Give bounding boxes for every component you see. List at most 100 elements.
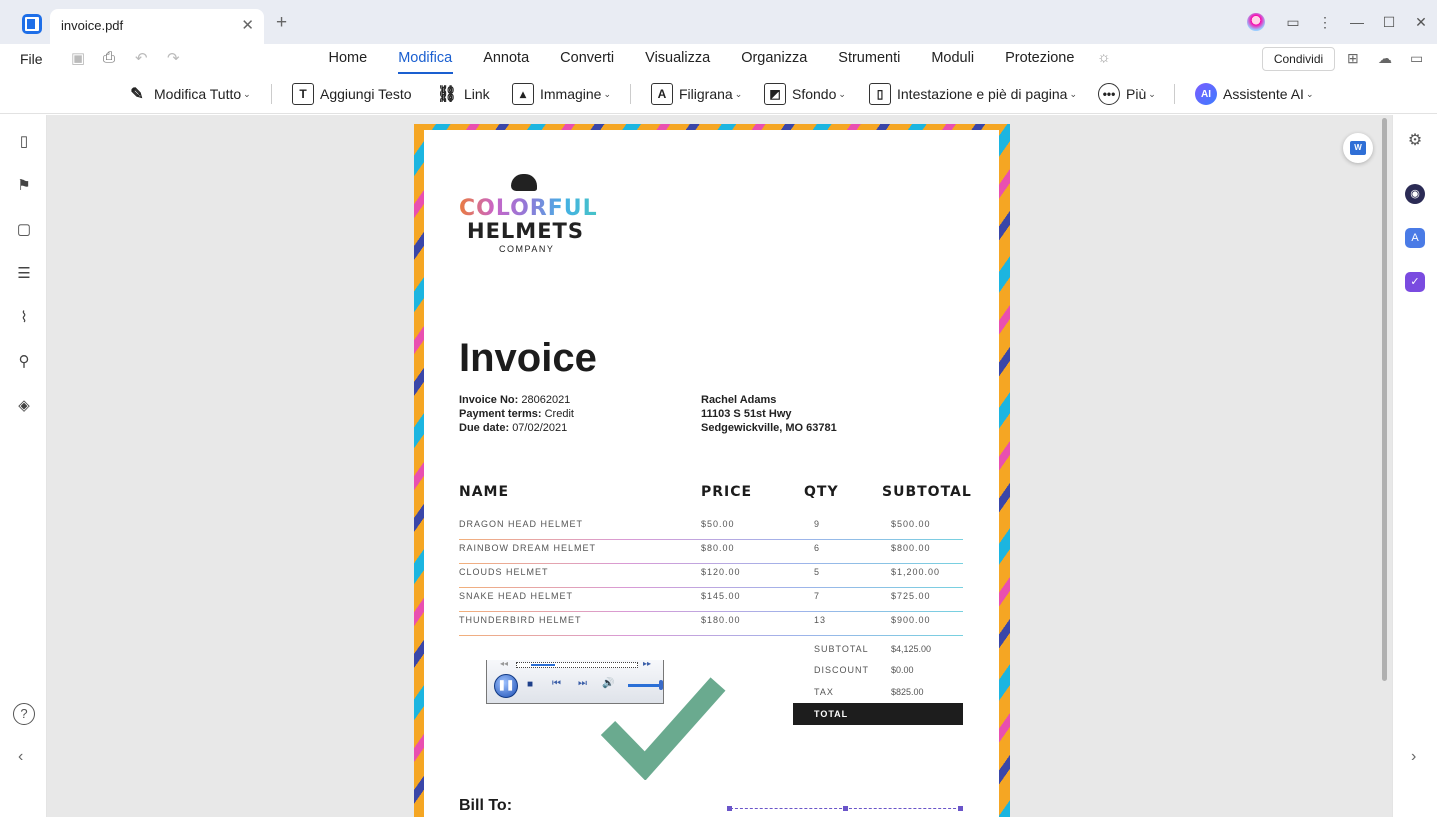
page-thumbnails-icon[interactable]: ▯ — [15, 133, 33, 151]
filigrana-label: Filigrana — [679, 86, 733, 102]
link-label: Link — [464, 86, 490, 102]
item-name: CLOUDS HELMET — [459, 567, 549, 577]
total-bar: TOTAL — [793, 703, 963, 725]
modifica-tutto-button[interactable]: ✎ Modifica Tutto ⌄ — [126, 81, 250, 107]
task-check-icon[interactable]: ✓ — [1405, 272, 1425, 292]
link-button[interactable]: ⛓ Link — [436, 81, 490, 107]
ai-robot-icon[interactable]: ◉ — [1405, 184, 1425, 204]
item-subtotal: $1,200.00 — [891, 567, 941, 577]
bookmark-icon[interactable]: ⚑ — [15, 177, 33, 195]
tab-visualizza[interactable]: Visualizza — [630, 44, 726, 74]
print-icon[interactable]: ⎙ — [103, 49, 115, 66]
share-button[interactable]: Condividi — [1262, 47, 1335, 71]
undo-icon[interactable]: ↶ — [135, 49, 148, 67]
seek-bar[interactable] — [516, 662, 638, 668]
collapse-right-icon[interactable]: › — [1411, 748, 1416, 766]
assistente-ai-button[interactable]: AI Assistente AI ⌄ — [1195, 81, 1313, 107]
filigrana-button[interactable]: A Filigrana ⌄ — [651, 81, 742, 107]
selection-box[interactable] — [727, 806, 963, 817]
tab-modifica[interactable]: Modifica — [383, 44, 468, 74]
new-tab-button[interactable]: + — [276, 12, 287, 34]
lightbulb-icon[interactable]: ☼ — [1097, 49, 1111, 66]
tab-title: invoice.pdf — [61, 18, 124, 33]
total-label: TOTAL — [814, 709, 849, 719]
fast-forward-icon[interactable]: ▸▸ — [643, 659, 651, 668]
redo-icon[interactable]: ↷ — [167, 49, 180, 67]
assistente-ai-label: Assistente AI — [1223, 86, 1304, 102]
resize-handle[interactable] — [843, 806, 848, 811]
immagine-button[interactable]: ▴ Immagine ⌄ — [512, 81, 611, 107]
edit-all-icon: ✎ — [130, 86, 144, 103]
invoice-no-label: Invoice No: — [459, 394, 519, 406]
tab-organizza[interactable]: Organizza — [726, 44, 823, 74]
previous-icon[interactable]: ⏮ — [552, 678, 561, 689]
background-icon: ◩ — [764, 83, 786, 105]
edit-toolbar: ✎ Modifica Tutto ⌄ T Aggiungi Testo ⛓ Lin… — [0, 74, 1437, 114]
tab-moduli[interactable]: Moduli — [916, 44, 990, 74]
properties-icon[interactable]: ⚙ — [1405, 131, 1425, 151]
tab-protezione[interactable]: Protezione — [990, 44, 1090, 74]
search-icon[interactable]: ⚲ — [15, 353, 33, 371]
more-icon[interactable]: ⋮ — [1309, 14, 1341, 31]
save-icon[interactable]: ▣ — [71, 49, 85, 67]
summary-subtotal-label: SUBTOTAL — [814, 644, 869, 654]
piu-button[interactable]: ••• Più ⌄ — [1098, 81, 1156, 107]
collapse-left-icon[interactable]: ‹ — [18, 748, 23, 766]
avatar[interactable] — [1247, 13, 1265, 31]
left-sidebar: ▯ ⚑ ▢ ☰ ⌇ ⚲ ◈ ? ‹ — [0, 115, 47, 817]
summary-discount-label: DISCOUNT — [814, 665, 869, 675]
document-tab[interactable]: invoice.pdf ✕ — [50, 9, 264, 44]
workflow-icon[interactable]: ⊞ — [1347, 50, 1359, 67]
aggiungi-testo-label: Aggiungi Testo — [320, 86, 412, 102]
resize-handle[interactable] — [958, 806, 963, 811]
sfondo-button[interactable]: ◩ Sfondo ⌄ — [764, 81, 846, 107]
link-icon: ⛓ — [436, 86, 458, 103]
logo-helmets: HELMETS — [467, 219, 584, 243]
logo-colorful: COLORFUL — [459, 196, 598, 221]
tab-converti[interactable]: Converti — [545, 44, 630, 74]
aggiungi-testo-button[interactable]: T Aggiungi Testo — [292, 81, 412, 107]
tab-strumenti[interactable]: Strumenti — [823, 44, 916, 74]
rewind-icon[interactable]: ◂◂ — [500, 659, 508, 668]
pause-button[interactable]: ❚❚ — [494, 674, 518, 698]
chevron-down-icon: ⌄ — [838, 88, 846, 99]
header-subtotal: SUBTOTAL — [882, 484, 972, 500]
item-qty: 7 — [814, 591, 821, 601]
intestazione-button[interactable]: ▯ Intestazione e piè di pagina ⌄ — [869, 81, 1077, 107]
tab-annota[interactable]: Annota — [468, 44, 545, 74]
cloud-upload-icon[interactable]: ☁ — [1378, 50, 1392, 67]
panel-toggle-icon[interactable]: ▭ — [1410, 50, 1423, 67]
fields-icon[interactable]: ☰ — [15, 265, 33, 283]
summary-tax: $825.00 — [891, 687, 924, 697]
item-qty: 13 — [814, 615, 827, 625]
minimize-icon[interactable]: — — [1341, 14, 1373, 30]
checkmark-stroke — [600, 677, 726, 780]
maximize-icon[interactable]: ☐ — [1373, 14, 1405, 31]
more-dots-icon: ••• — [1098, 83, 1120, 105]
feedback-icon[interactable]: ▭ — [1277, 14, 1309, 31]
header-name: NAME — [459, 484, 510, 500]
translate-icon[interactable]: A — [1405, 228, 1425, 248]
immagine-label: Immagine — [540, 86, 602, 102]
due-label: Due date: — [459, 422, 510, 434]
convert-to-word-button[interactable]: W — [1343, 133, 1373, 163]
item-subtotal: $500.00 — [891, 519, 931, 529]
table-row: RAINBOW DREAM HELMET $80.00 6 $800.00 — [459, 540, 963, 564]
resize-handle[interactable] — [727, 806, 732, 811]
layers-icon[interactable]: ◈ — [15, 397, 33, 415]
vertical-scrollbar[interactable] — [1382, 118, 1387, 681]
help-icon[interactable]: ? — [13, 703, 35, 725]
item-name: THUNDERBIRD HELMET — [459, 615, 582, 625]
ribbon-tabs: Home Modifica Annota Converti Visualizza… — [313, 44, 1090, 74]
close-window-icon[interactable]: ✕ — [1405, 14, 1437, 31]
attachment-icon[interactable]: ⌇ — [15, 309, 33, 327]
invoice-no: 28062021 — [521, 394, 571, 406]
next-icon[interactable]: ⏭ — [578, 678, 587, 689]
close-tab-icon[interactable]: ✕ — [241, 16, 254, 34]
stop-icon[interactable]: ■ — [527, 679, 533, 690]
file-menu[interactable]: File — [20, 51, 43, 67]
comment-icon[interactable]: ▢ — [15, 221, 33, 239]
intestazione-label: Intestazione e piè di pagina — [897, 86, 1068, 102]
menu-bar: File ▣ ⎙ ↶ ↷ Home Modifica Annota Conver… — [0, 44, 1437, 74]
tab-home[interactable]: Home — [313, 44, 383, 74]
